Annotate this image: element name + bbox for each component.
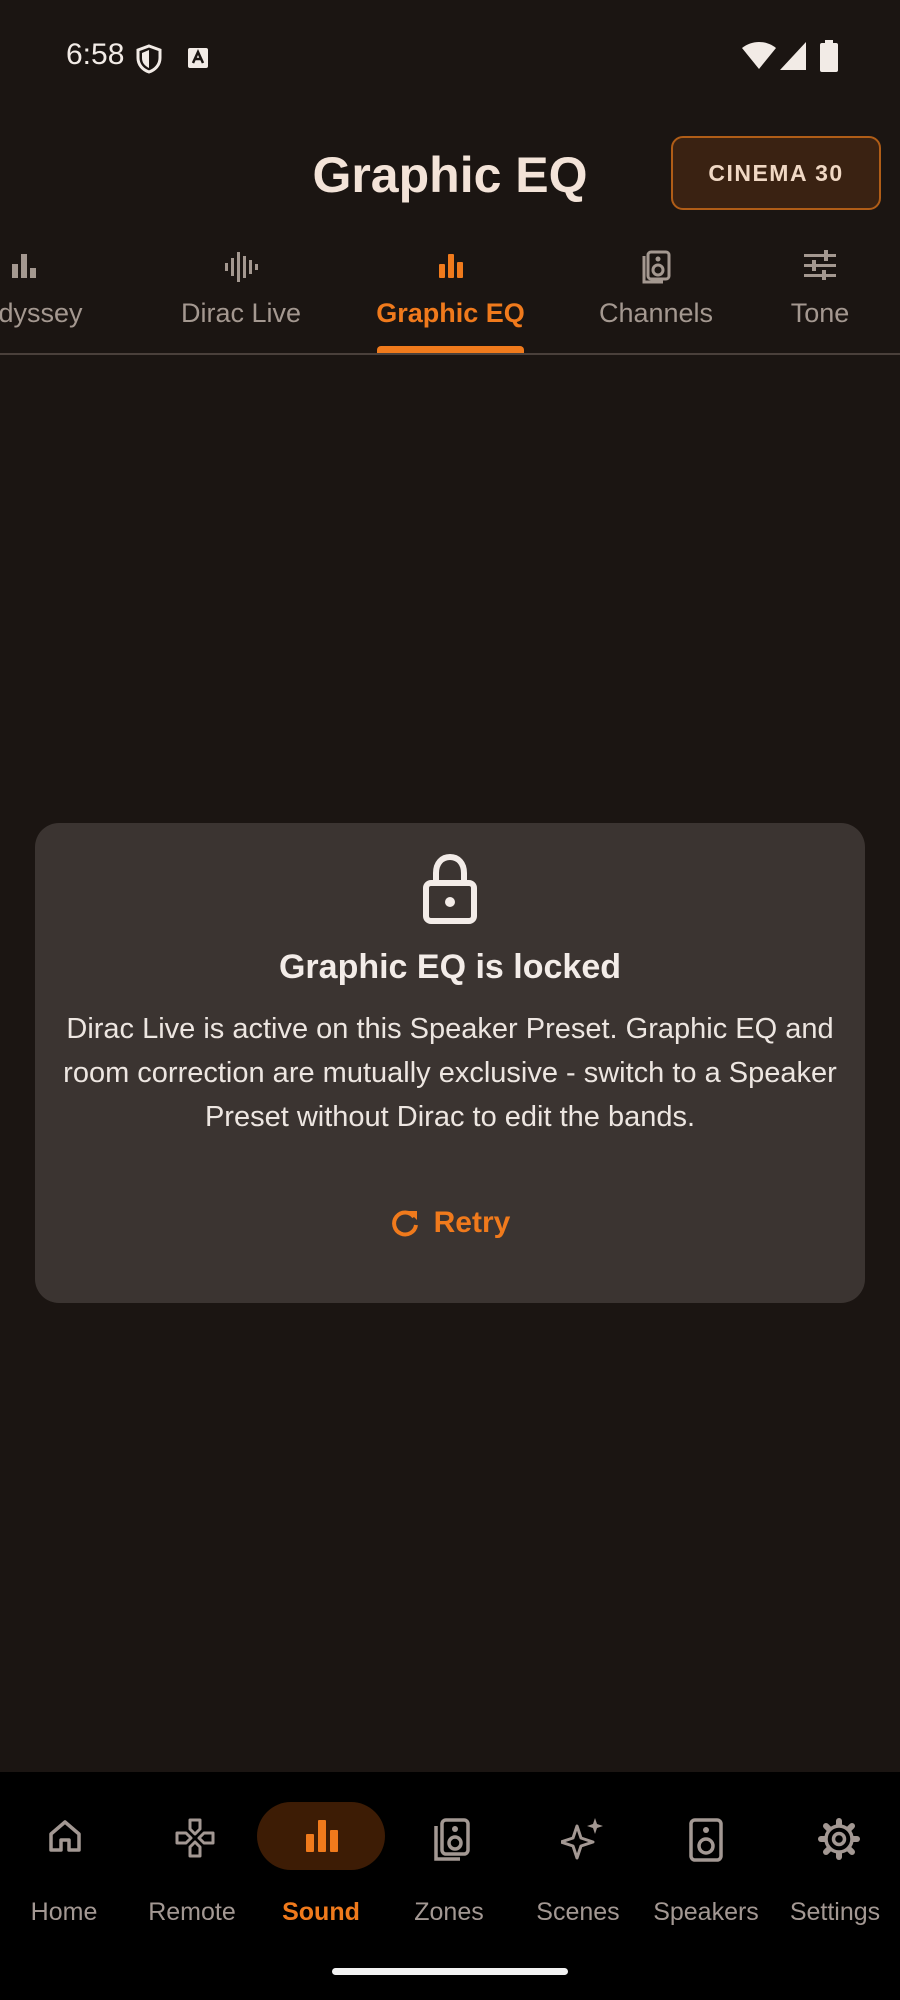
active-tab-indicator (377, 346, 524, 353)
nav-scenes[interactable]: Scenes (514, 1772, 642, 1942)
speaker-stack-icon (642, 250, 671, 284)
lock-icon (423, 853, 477, 924)
tab-label: Tone (790, 298, 850, 328)
nav-label: Speakers (653, 1898, 759, 1926)
battery-icon (820, 40, 838, 72)
gamepad-icon (175, 1818, 215, 1858)
nav-label: Remote (148, 1898, 236, 1926)
bottom-navigation: Home Remote Sound Zones Scenes Speakers … (0, 1772, 900, 2000)
bar-chart-icon (12, 254, 36, 278)
speaker-icon (689, 1818, 723, 1862)
tab-tone[interactable]: Tone (765, 240, 875, 353)
gear-icon (818, 1818, 860, 1860)
nav-sound[interactable]: Sound (257, 1772, 385, 1942)
tab-channels[interactable]: Channels (580, 240, 732, 353)
tab-label: Graphic EQ (376, 298, 525, 328)
nav-settings[interactable]: Settings (771, 1772, 899, 1942)
refresh-icon (391, 1210, 418, 1237)
equalizer-icon (306, 1820, 338, 1852)
wifi-icon (742, 42, 776, 69)
nav-label: Scenes (536, 1898, 620, 1926)
nav-home[interactable]: Home (0, 1772, 128, 1942)
eq-locked-card: Graphic EQ is locked Dirac Live is activ… (35, 823, 865, 1303)
sparkles-icon (561, 1818, 603, 1860)
status-time: 6:58 (66, 38, 125, 71)
cellular-icon (780, 42, 806, 70)
nav-label: Zones (414, 1898, 484, 1926)
tab-audyssey[interactable]: Audyssey (0, 240, 109, 353)
tab-label: Audyssey (0, 298, 83, 328)
tab-graphic-eq[interactable]: Graphic EQ (364, 240, 537, 353)
tab-dirac-live[interactable]: Dirac Live (161, 240, 321, 353)
home-icon (49, 1820, 81, 1852)
app-header: Graphic EQ CINEMA 30 (0, 112, 900, 232)
nav-speakers[interactable]: Speakers (642, 1772, 770, 1942)
shield-icon (136, 44, 162, 74)
nav-remote[interactable]: Remote (128, 1772, 256, 1942)
speaker-stack-icon (434, 1818, 470, 1861)
tab-label: Dirac Live (180, 298, 302, 328)
text-a-icon (188, 48, 208, 68)
sound-tabs: Audyssey Dirac Live Graphic EQ Channels … (0, 240, 900, 355)
tab-label: Channels (598, 298, 714, 328)
nav-label: Sound (282, 1898, 360, 1926)
waveform-icon (225, 252, 258, 282)
status-bar: 6:58 (0, 0, 900, 112)
speaker-preset-chip[interactable]: CINEMA 30 (671, 136, 881, 210)
retry-label: Retry (433, 1206, 511, 1239)
equalizer-icon (438, 254, 463, 278)
nav-label: Settings (789, 1898, 881, 1926)
locked-message: Dirac Live is active on this Speaker Pre… (63, 1013, 837, 1133)
retry-button[interactable]: Retry (375, 1193, 525, 1253)
gesture-home-handle[interactable] (332, 1968, 568, 1975)
locked-title: Graphic EQ is locked (278, 948, 621, 986)
nav-zones[interactable]: Zones (385, 1772, 513, 1942)
tune-icon (804, 250, 836, 280)
